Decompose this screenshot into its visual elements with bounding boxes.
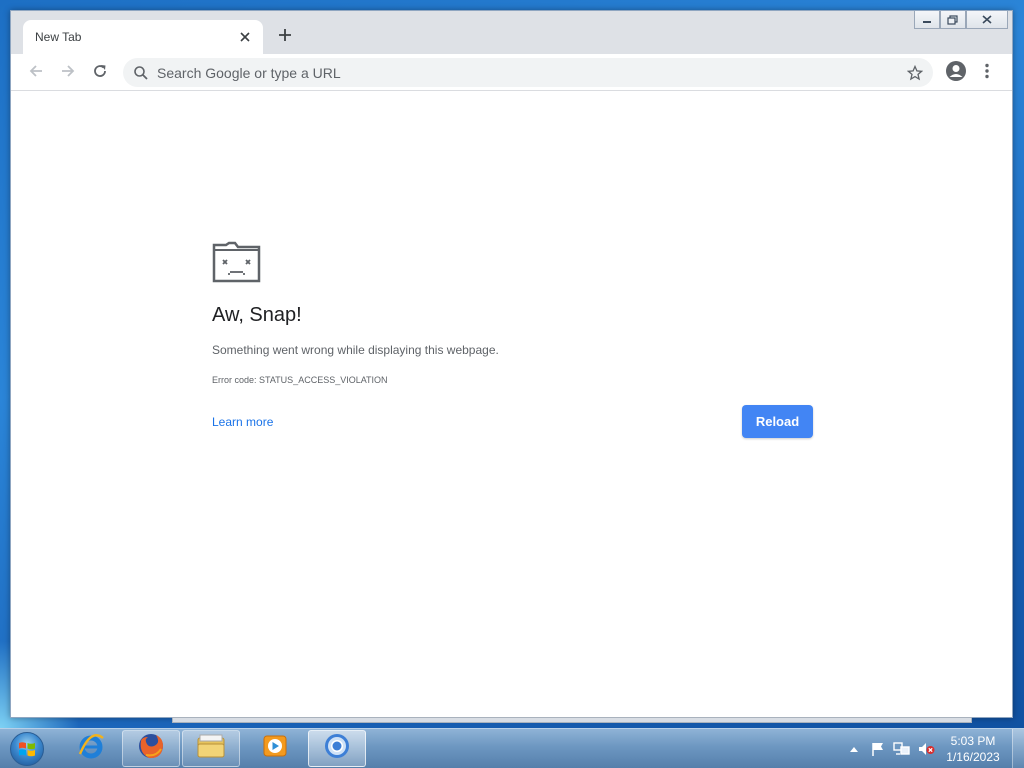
new-tab-button[interactable] (273, 25, 297, 49)
taskbar-media-player[interactable] (246, 730, 304, 767)
reload-button[interactable]: Reload (742, 405, 813, 438)
firefox-icon (136, 731, 166, 766)
taskbar-chrome[interactable] (308, 730, 366, 767)
refresh-icon (92, 63, 108, 84)
clock-time: 5:03 PM (950, 734, 996, 748)
window-controls (914, 11, 1008, 29)
error-code: Error code: STATUS_ACCESS_VIOLATION (212, 375, 388, 385)
browser-window: New Tab Search Google or type a URL Aw, … (10, 10, 1013, 718)
windows-logo-icon (10, 732, 44, 766)
learn-more-link[interactable]: Learn more (212, 415, 273, 429)
tab-new-tab[interactable]: New Tab (23, 20, 263, 54)
system-clock[interactable]: 5:03 PM 1/16/2023 (942, 733, 1004, 765)
start-button[interactable] (4, 730, 50, 768)
close-icon[interactable] (235, 27, 255, 47)
taskbar-explorer[interactable] (182, 730, 240, 767)
taskbar: 5:03 PM 1/16/2023 (0, 728, 1024, 768)
arrow-left-icon (28, 63, 44, 84)
browser-toolbar (11, 54, 1012, 91)
sad-folder-icon (212, 241, 262, 283)
action-center-flag-icon[interactable] (866, 737, 890, 761)
chrome-icon (323, 732, 351, 765)
omnibox (123, 58, 933, 87)
reload-toolbar-button[interactable] (87, 60, 113, 86)
network-icon[interactable] (890, 737, 914, 761)
plus-icon (278, 28, 292, 47)
system-tray (842, 729, 938, 768)
media-player-icon (261, 732, 289, 765)
error-title: Aw, Snap! (212, 304, 302, 326)
folder-icon (196, 733, 226, 764)
profile-button[interactable] (943, 60, 969, 86)
clock-date: 1/16/2023 (946, 750, 1000, 764)
horizontal-scrollbar[interactable] (172, 717, 972, 723)
internet-explorer-icon (77, 732, 105, 765)
show-desktop-button[interactable] (1012, 729, 1024, 768)
bookmark-star-icon[interactable] (905, 63, 925, 83)
tab-title: New Tab (35, 30, 82, 44)
show-hidden-icons-button[interactable] (842, 737, 866, 761)
account-circle-icon (945, 60, 967, 87)
minimize-button[interactable] (914, 11, 940, 29)
maximize-button[interactable] (940, 11, 966, 29)
address-bar-input[interactable] (157, 58, 897, 87)
page-content: Aw, Snap! Something went wrong while dis… (11, 91, 1012, 717)
menu-button[interactable] (977, 60, 997, 86)
back-button[interactable] (23, 60, 49, 86)
error-description: Something went wrong while displaying th… (212, 343, 499, 357)
forward-button[interactable] (55, 60, 81, 86)
volume-muted-icon[interactable] (914, 737, 938, 761)
search-icon (133, 65, 149, 81)
taskbar-internet-explorer[interactable] (62, 730, 120, 767)
more-vertical-icon (985, 63, 989, 84)
tab-strip: New Tab (11, 11, 1012, 54)
window-close-button[interactable] (966, 11, 1008, 29)
taskbar-firefox[interactable] (122, 730, 180, 767)
arrow-right-icon (60, 63, 76, 84)
